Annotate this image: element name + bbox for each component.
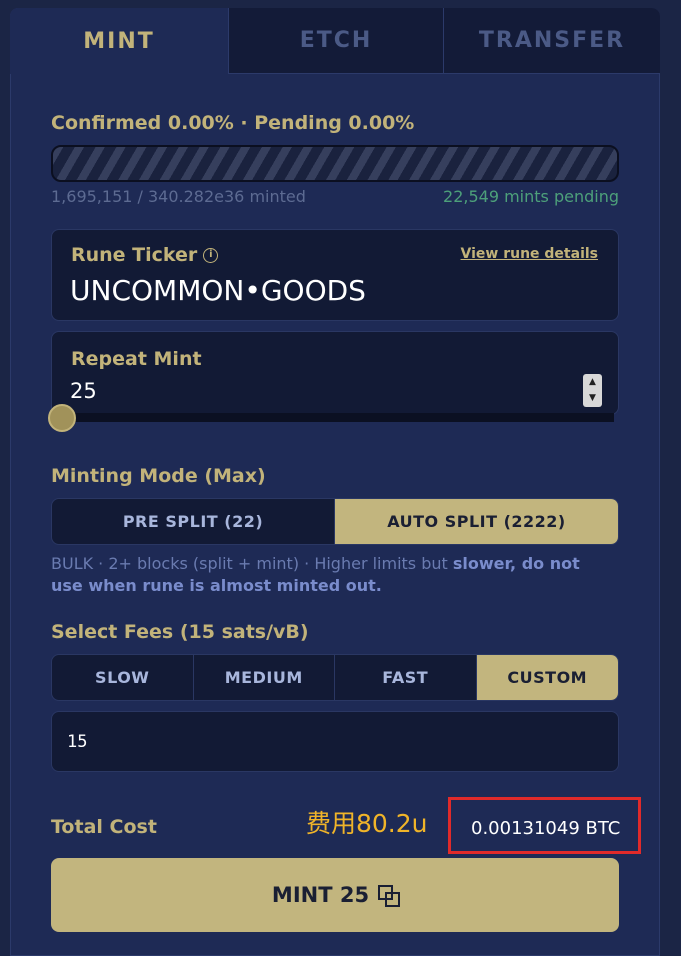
repeat-mint-stepper[interactable]: ▲ ▼ [583,374,602,407]
view-rune-details-link[interactable]: View rune details [461,246,598,262]
repeat-mint-slider-handle[interactable] [48,404,76,432]
rune-ticker-field[interactable]: Rune Ticker i View rune details UNCOMMON•… [51,229,619,321]
total-cost-value: 0.00131049 BTC [471,818,621,839]
mint-progress-bar [51,145,619,182]
mode-pre-split[interactable]: PRE SPLIT (22) [52,499,335,544]
pending-count: 22,549 mints pending [443,187,619,206]
mint-button[interactable]: MINT 25 [51,858,619,932]
mint-status: Confirmed 0.00% · Pending 0.00% [51,112,415,134]
stepper-up-icon[interactable]: ▲ [583,374,602,390]
fee-fast[interactable]: FAST [335,655,477,700]
repeat-mint-label: Repeat Mint [71,348,202,370]
repeat-mint-field[interactable]: Repeat Mint 25 ▲ ▼ [51,331,619,415]
fee-annotation: 费用80.2u [306,809,428,838]
custom-fee-input[interactable] [51,711,619,772]
minted-count: 1,695,151 / 340.282e36 minted [51,187,306,206]
repeat-mint-slider[interactable] [51,413,614,422]
tab-transfer[interactable]: TRANSFER [443,8,660,74]
tab-etch[interactable]: ETCH [228,8,443,74]
fee-medium[interactable]: MEDIUM [194,655,335,700]
minting-mode-selector: PRE SPLIT (22) AUTO SPLIT (2222) [51,498,619,545]
minting-mode-label: Minting Mode (Max) [51,465,266,487]
minting-mode-description: BULK · 2+ blocks (split + mint) · Higher… [51,553,611,597]
tab-mint[interactable]: MINT [10,8,228,74]
fee-selector: SLOW MEDIUM FAST CUSTOM [51,654,619,701]
mint-button-label: MINT 25 [271,883,370,907]
tab-bar: MINT ETCH TRANSFER [10,8,660,74]
repeat-mint-input[interactable]: 25 [70,379,97,403]
total-cost-label: Total Cost [51,816,157,838]
fee-custom[interactable]: CUSTOM [476,655,618,700]
info-icon[interactable]: i [203,248,219,263]
mode-desc-text: BULK · 2+ blocks (split + mint) · Higher… [51,554,453,573]
fee-slow[interactable]: SLOW [52,655,194,700]
fees-label: Select Fees (15 sats/vB) [51,621,309,643]
rune-ticker-label: Rune Ticker i [71,244,219,266]
stepper-down-icon[interactable]: ▼ [583,390,602,406]
rune-ticker-label-text: Rune Ticker [71,244,198,266]
mode-auto-split[interactable]: AUTO SPLIT (2222) [335,499,618,544]
rune-ticker-value[interactable]: UNCOMMON•GOODS [70,274,366,307]
copy-icon [378,885,401,907]
